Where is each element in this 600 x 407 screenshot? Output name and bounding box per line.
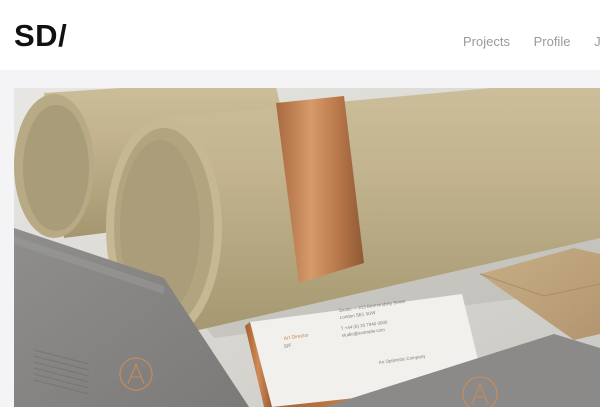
nav-item-journal[interactable]: Je [594,32,600,52]
nav-item-projects[interactable]: Projects [463,32,510,52]
main-nav: Projects Profile Je [463,32,600,52]
site-header: SD/ Projects Profile Je [0,0,600,70]
hero-image[interactable]: Art Director S/F Studio — 213 Bermondsey… [14,88,600,407]
page: SD/ Projects Profile Je [0,0,600,407]
nav-item-profile[interactable]: Profile [534,32,571,52]
hero-photo: Art Director S/F Studio — 213 Bermondsey… [14,88,600,407]
site-logo[interactable]: SD/ [14,16,67,56]
card-line-1: S/F [283,343,292,350]
